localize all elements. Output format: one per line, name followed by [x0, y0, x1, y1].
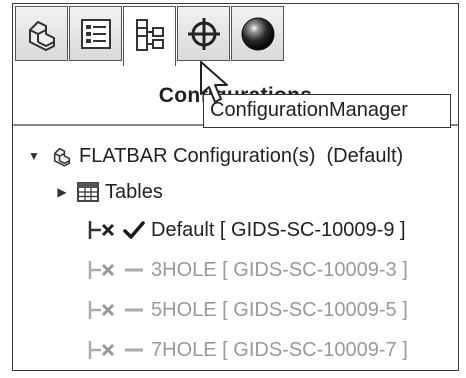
config-item-5hole[interactable]: 5HOLE [ GIDS-SC-10009-5 ]: [87, 292, 408, 328]
part-icon: [28, 20, 55, 51]
config-item-default[interactable]: Default [ GIDS-SC-10009-9 ]: [87, 212, 406, 248]
config-item-3hole[interactable]: 3HOLE [ GIDS-SC-10009-3 ]: [87, 252, 408, 288]
tooltip: ConfigurationManager: [203, 94, 451, 128]
expand-down-icon[interactable]: ▼: [27, 149, 41, 163]
tab-property-manager[interactable]: [69, 6, 122, 61]
crosshair-icon: [187, 17, 220, 50]
configuration-manager-icon: [135, 18, 164, 51]
table-icon: [77, 182, 99, 202]
config-item-7hole[interactable]: 7HOLE [ GIDS-SC-10009-7 ]: [87, 332, 408, 368]
config-label: 7HOLE [ GIDS-SC-10009-7 ]: [151, 338, 408, 361]
configuration-icon: [87, 339, 117, 361]
inactive-dash-icon: [123, 340, 145, 360]
tab-dimxpert-manager[interactable]: [177, 6, 230, 61]
inactive-dash-icon: [123, 260, 145, 280]
configuration-icon: [87, 299, 117, 321]
configuration-icon: [87, 259, 117, 281]
config-label: Default [ GIDS-SC-10009-9 ]: [151, 218, 406, 241]
tree-item-label: Tables: [105, 180, 163, 203]
expand-right-icon[interactable]: ▶: [55, 185, 69, 199]
tab-display-manager[interactable]: [231, 6, 284, 61]
tab-configuration-manager[interactable]: [123, 6, 176, 66]
inactive-dash-icon: [123, 300, 145, 320]
appearance-sphere-icon: [241, 17, 274, 50]
manager-tab-bar: [15, 6, 340, 66]
tree-item-tables[interactable]: ▶ Tables: [55, 174, 163, 210]
config-label: 5HOLE [ GIDS-SC-10009-5 ]: [151, 298, 408, 321]
property-list-icon: [80, 18, 111, 49]
part-icon: [51, 145, 73, 167]
tree-root-row[interactable]: ▼ FLATBAR Configuration(s) (Default): [27, 138, 403, 174]
config-label: 3HOLE [ GIDS-SC-10009-3 ]: [151, 258, 408, 281]
mouse-pointer-icon: [200, 61, 228, 103]
tab-feature-manager[interactable]: [15, 6, 68, 61]
configuration-icon: [87, 219, 117, 241]
active-checkmark-icon: [123, 220, 145, 240]
configuration-manager-panel: Configurations ConfigurationManager ▼ FL…: [12, 3, 459, 371]
tree-root-label: FLATBAR Configuration(s) (Default): [79, 144, 404, 167]
